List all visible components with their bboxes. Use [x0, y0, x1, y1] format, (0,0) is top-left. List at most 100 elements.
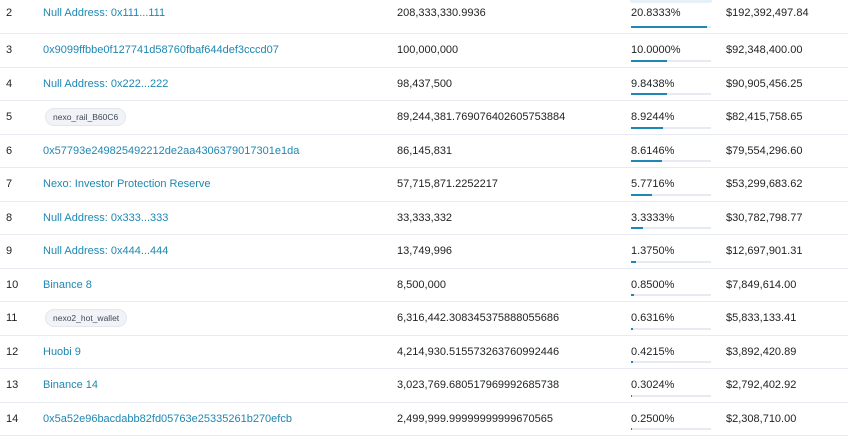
address-link[interactable]: Null Address: 0x222...222 [43, 78, 168, 90]
percentage-bar-fill [631, 193, 652, 196]
rank-cell: 14 [6, 412, 19, 425]
table-row: 14 0x5a52e96bacdabb82fd05763e25335261b270… [0, 403, 848, 436]
address-tag[interactable]: nexo_rail_B60C6 [45, 108, 127, 127]
percentage-text: 1.3750% [631, 245, 675, 258]
percentage-bar [631, 59, 711, 62]
table-row: 11 nexo2_hot_wallet 6,316,442.308345375888… [0, 302, 848, 336]
address-cell: nexo_rail_B60C6 [43, 101, 127, 134]
value-cell: $2,308,710.00 [726, 412, 797, 425]
rank-cell: 12 [6, 345, 19, 358]
percentage-bar-fill [631, 394, 632, 397]
percentage-bar-fill [631, 428, 632, 430]
quantity-cell: 57,715,871.2252217 [397, 178, 498, 191]
address-link[interactable]: Nexo: Investor Protection Reserve [43, 178, 211, 190]
percentage-bar-fill [631, 59, 667, 62]
value-cell: $12,697,901.31 [726, 245, 803, 258]
address-link[interactable]: Huobi 9 [43, 346, 81, 358]
rank-cell: 9 [6, 245, 13, 258]
percentage-cell: 8.6146% [631, 135, 711, 168]
percentage-text: 5.7716% [631, 178, 675, 191]
address-link[interactable]: 0x9099ffbbe0f127741d58760fbaf644def3cccd… [43, 44, 279, 56]
address-cell: Nexo: Investor Protection Reserve [43, 168, 211, 201]
value-cell: $7,849,614.00 [726, 278, 797, 291]
quantity-cell: 86,145,831 [397, 144, 453, 157]
address-tag[interactable]: nexo2_hot_wallet [45, 309, 128, 328]
address-link[interactable]: Null Address: 0x444...444 [43, 245, 168, 257]
percentage-bar [631, 126, 711, 129]
address-cell: Null Address: 0x111...111 [43, 0, 165, 33]
percentage-cell: 20.8333% [631, 0, 711, 33]
address-link[interactable]: Binance 14 [43, 379, 98, 391]
percentage-bar-fill [631, 260, 636, 263]
percentage-bar [631, 93, 711, 95]
address-cell: Null Address: 0x222...222 [43, 68, 168, 101]
percentage-bar [631, 294, 711, 296]
table-row: 7 Nexo: Investor Protection Reserve 57,715… [0, 168, 848, 202]
address-cell: 0x57793e249825492212de2aa4306379017301e1… [43, 135, 299, 168]
percentage-bar [631, 428, 711, 430]
percentage-cell: 1.3750% [631, 235, 711, 268]
percentage-cell: 0.4215% [631, 336, 711, 369]
percentage-text: 0.4215% [631, 345, 675, 358]
percentage-bar [631, 361, 711, 363]
percentage-cell: 0.6316% [631, 302, 711, 335]
value-cell: $30,782,798.77 [726, 211, 803, 224]
address-link[interactable]: Null Address: 0x111...111 [43, 7, 165, 19]
percentage-text: 20.8333% [631, 7, 681, 19]
percentage-bar-fill [631, 227, 643, 229]
percentage-bar [631, 26, 711, 28]
quantity-cell: 6,316,442.308345375888055686 [397, 312, 560, 325]
address-cell: Null Address: 0x333...333 [43, 202, 168, 235]
quantity-cell: 3,023,769.680517969992685738 [397, 379, 560, 392]
address-link[interactable]: Null Address: 0x333...333 [43, 212, 168, 224]
address-link[interactable]: Binance 8 [43, 279, 92, 291]
percentage-bar [631, 227, 711, 229]
address-link[interactable]: 0x57793e249825492212de2aa4306379017301e1… [43, 145, 299, 157]
address-cell: Binance 14 [43, 369, 98, 402]
value-cell: $92,348,400.00 [726, 44, 803, 57]
percentage-cell: 8.9244% [631, 101, 711, 134]
quantity-cell: 13,749,996 [397, 245, 453, 258]
quantity-cell: 4,214,930.515573263760992446 [397, 345, 560, 358]
percentage-text: 3.3333% [631, 211, 675, 224]
value-cell: $5,833,133.41 [726, 312, 797, 325]
token-holders-table: 2 Null Address: 0x111...111 208,333,330.99… [0, 0, 848, 436]
percentage-bar [631, 394, 711, 397]
table-row: 2 Null Address: 0x111...111 208,333,330.99… [0, 0, 848, 34]
table-row: 13 Binance 14 3,023,769.680517969992685738… [0, 369, 848, 403]
address-cell: 0x5a52e96bacdabb82fd05763e25335261b270ef… [43, 403, 292, 436]
percentage-cell: 0.2500% [631, 403, 711, 436]
table-row: 4 Null Address: 0x222...222 98,437,500 9.84… [0, 68, 848, 101]
percentage-bar [631, 193, 711, 196]
rank-cell: 7 [6, 178, 13, 191]
percentage-text: 9.8438% [631, 77, 675, 90]
percentage-bar-fill [631, 327, 633, 330]
percentage-bar [631, 327, 711, 330]
rank-cell: 10 [6, 278, 19, 291]
percentage-bar [631, 160, 711, 162]
rank-cell: 11 [6, 312, 18, 325]
quantity-cell: 89,244,381.769076402605753884 [397, 111, 566, 124]
table-row: 6 0x57793e249825492212de2aa4306379017301e… [0, 135, 848, 168]
percentage-bar-fill [631, 93, 667, 95]
percentage-cell: 9.8438% [631, 68, 711, 101]
percentage-cell: 10.0000% [631, 34, 711, 67]
percentage-text: 0.6316% [631, 312, 675, 325]
table-row: 8 Null Address: 0x333...333 33,333,332 3.33… [0, 202, 848, 235]
percentage-cell: 0.3024% [631, 369, 711, 402]
rank-cell: 8 [6, 211, 13, 224]
address-cell: nexo2_hot_wallet [43, 302, 128, 335]
percentage-text: 8.9244% [631, 111, 675, 124]
percentage-text: 8.6146% [631, 144, 675, 157]
address-link[interactable]: 0x5a52e96bacdabb82fd05763e25335261b270ef… [43, 413, 292, 425]
value-cell: $2,792,402.92 [726, 379, 797, 392]
percentage-text: 0.8500% [631, 278, 675, 291]
rank-cell: 5 [6, 111, 13, 124]
table-row: 3 0x9099ffbbe0f127741d58760fbaf644def3ccc… [0, 34, 848, 68]
address-cell: Null Address: 0x444...444 [43, 235, 168, 268]
value-cell: $3,892,420.89 [726, 345, 797, 358]
table-row: 9 Null Address: 0x444...444 13,749,996 1.37… [0, 235, 848, 269]
percentage-bar-fill [631, 126, 663, 129]
percentage-bar-fill [631, 26, 707, 28]
table-row: 5 nexo_rail_B60C6 89,244,381.7690764026057… [0, 101, 848, 135]
